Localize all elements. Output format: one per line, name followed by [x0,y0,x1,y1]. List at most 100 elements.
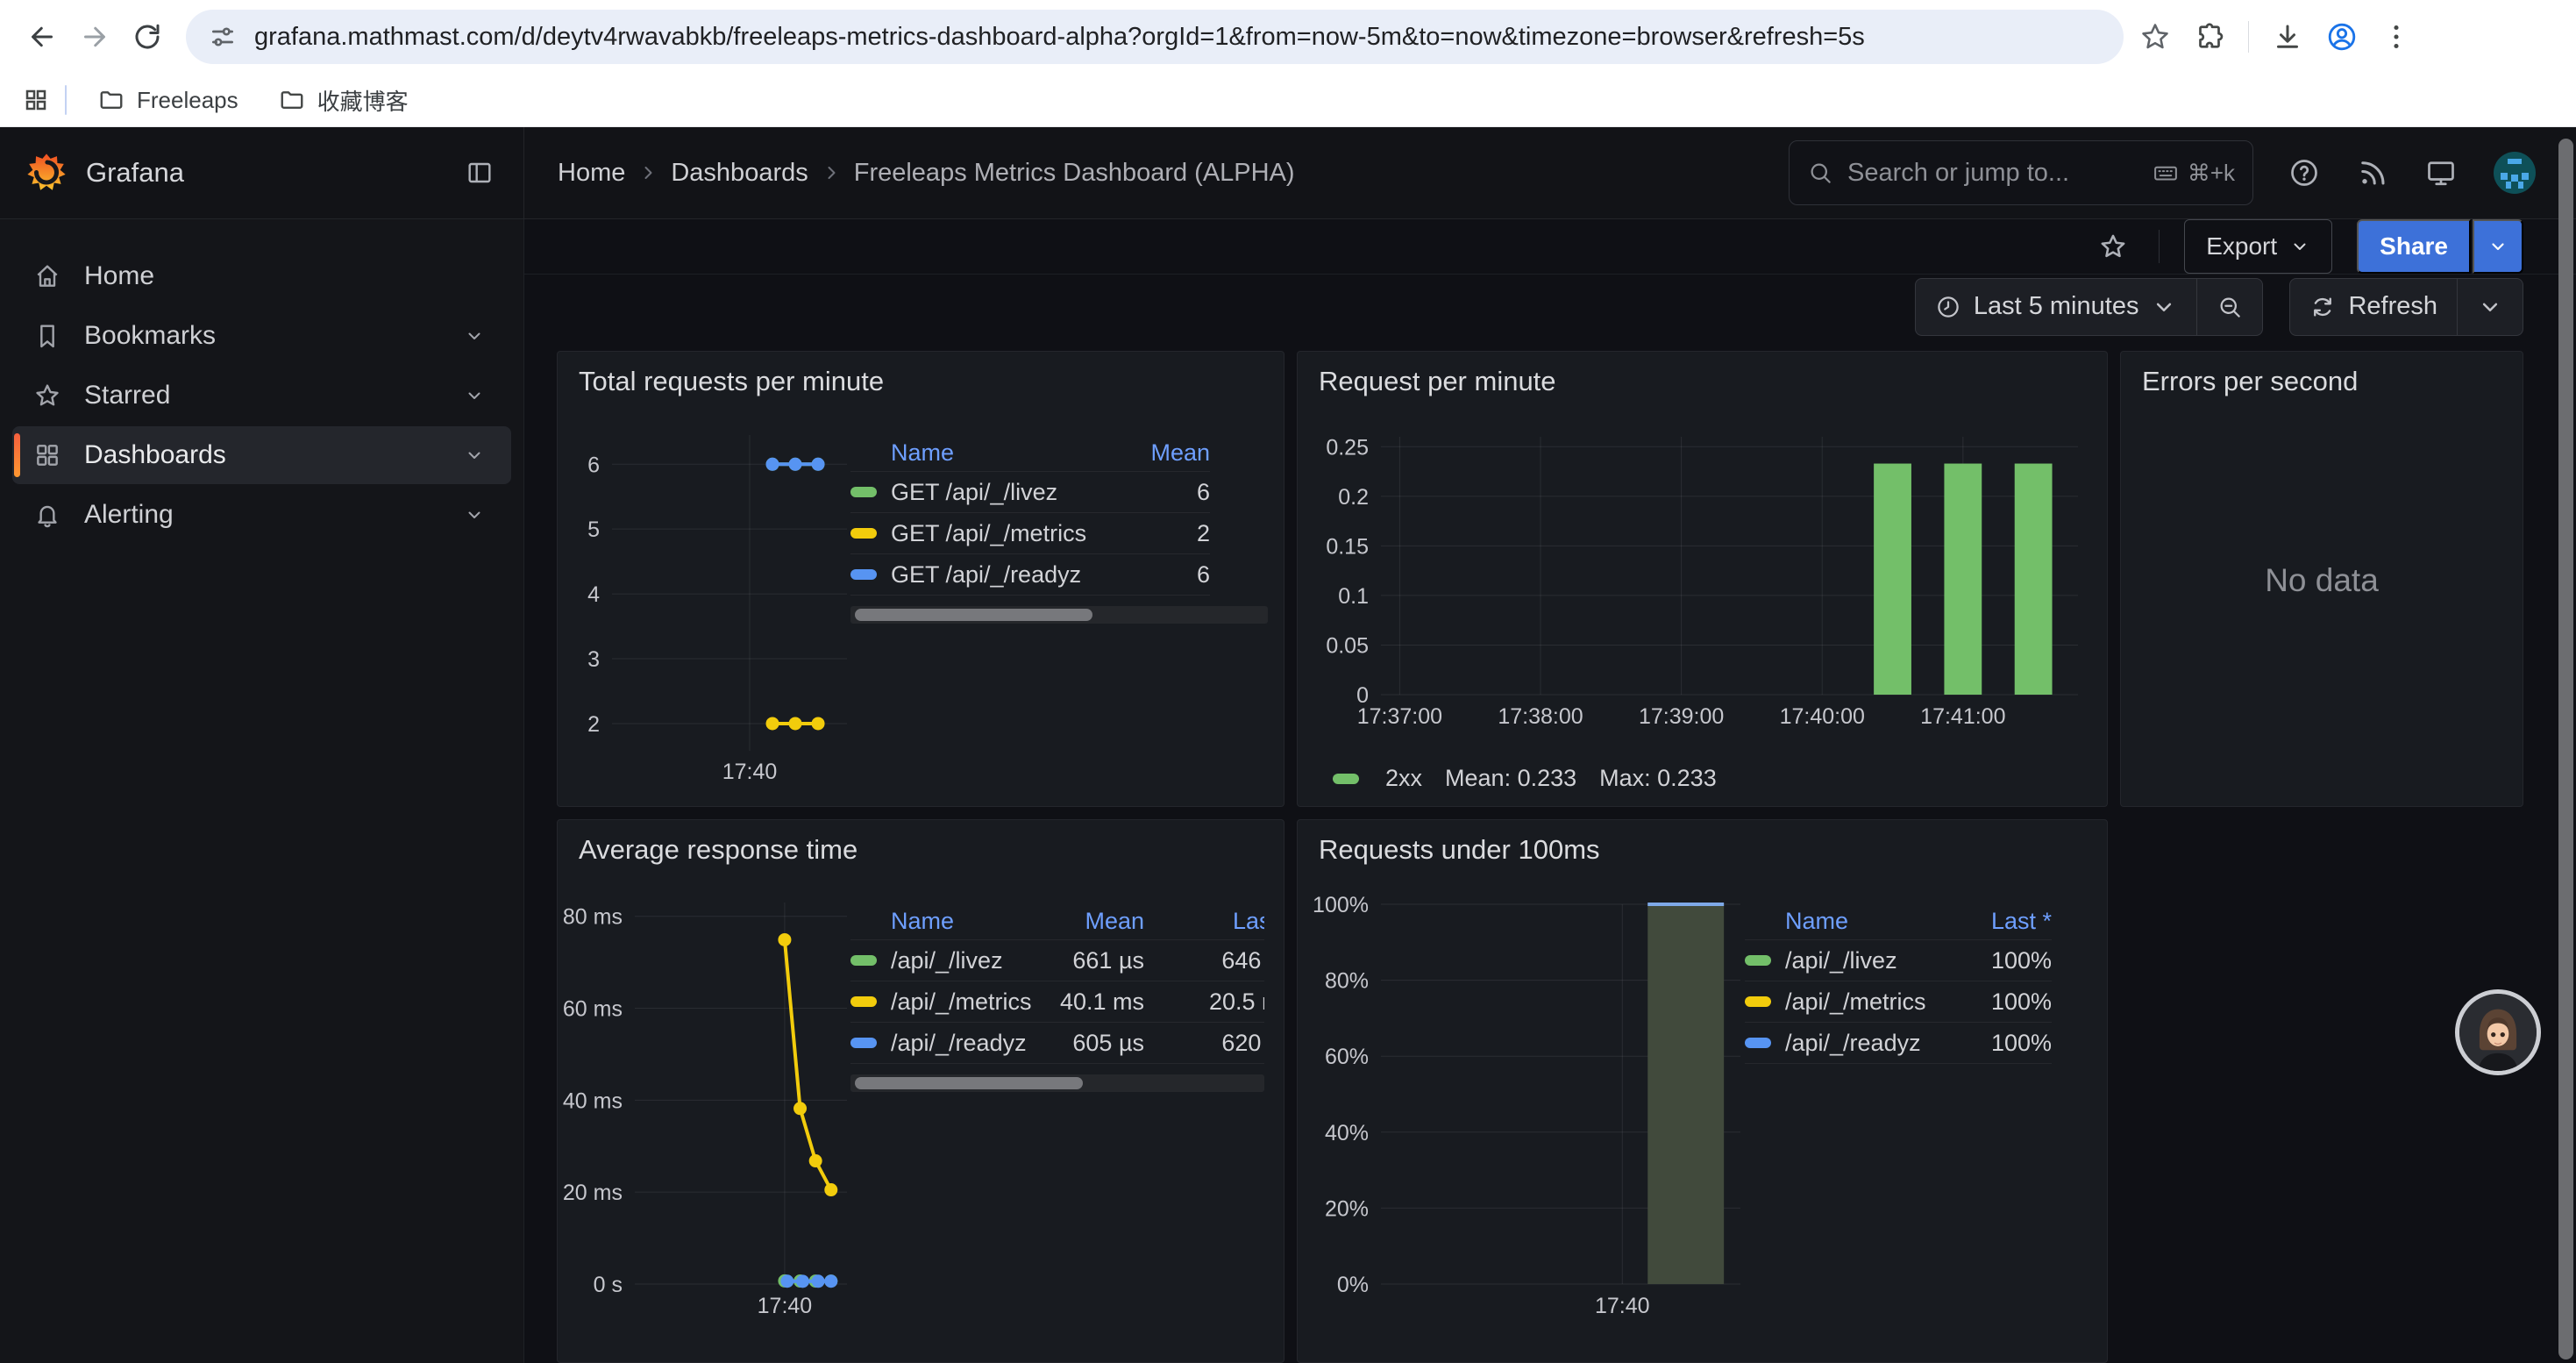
chart-errors-per-second[interactable]: No data [2121,400,2523,806]
data-point[interactable] [824,1183,837,1196]
sidebar-item-alerting[interactable]: Alerting [12,486,511,544]
forward-button[interactable] [72,14,117,60]
legend-col-header[interactable]: Mean [1122,439,1210,467]
profile-icon[interactable] [2326,21,2358,53]
user-avatar[interactable] [2494,152,2536,194]
data-point[interactable] [812,1274,825,1288]
apps-grid-icon[interactable] [23,87,49,113]
reload-button[interactable] [125,14,170,60]
time-range-picker[interactable]: Last 5 minutes [1916,279,2197,335]
sidebar-item-dashboards[interactable]: Dashboards [12,426,511,484]
chevron-down-icon[interactable] [453,315,495,357]
data-point[interactable] [766,458,779,471]
dock-menu-button[interactable] [459,152,501,194]
data-point[interactable] [793,1102,807,1115]
site-settings-icon[interactable] [209,23,237,51]
legend-col-name[interactable]: Name [891,439,1122,467]
legend-col-header[interactable]: Mean [1039,908,1144,935]
chevron-down-icon[interactable] [453,375,495,417]
zoom-out-icon [2217,294,2243,320]
legend-row[interactable]: /api/_/metrics100% [1745,981,2052,1023]
legend-row[interactable]: /api/_/readyz100% [1745,1023,2052,1064]
legend-scrollbar-thumb[interactable] [855,609,1092,621]
legend-row[interactable]: /api/_/livez100% [1745,940,2052,981]
legend-col-name[interactable]: Name [1785,908,1946,935]
panel-title[interactable]: Request per minute [1298,352,2107,397]
chevron-down-icon[interactable] [453,494,495,536]
chevron-down-icon[interactable] [453,434,495,476]
data-point[interactable] [824,1274,837,1288]
news-button[interactable] [2357,157,2388,189]
chart-requests-under-100ms[interactable]: 0%20%40%60%80%100%17:40NameLast */api/_/… [1298,868,2107,1362]
panel-title[interactable]: Requests under 100ms [1298,820,2107,866]
legend-row[interactable]: /api/_/readyz605 µs620 µs [850,1023,1264,1064]
legend-row[interactable]: GET /api/_/metrics2 [850,513,1210,554]
extensions-icon[interactable] [2194,21,2225,53]
share-button[interactable]: Share [2357,219,2471,274]
search-input[interactable]: Search or jump to... ⌘+k [1789,140,2253,205]
address-bar[interactable]: grafana.mathmast.com/d/deytv4rwavabkb/fr… [186,10,2124,64]
legend-table: NameMeanLast * /api/_/livez661 µs646 µs/a… [850,903,1264,1092]
legend-row[interactable]: /api/_/metrics40.1 ms20.5 ms [850,981,1264,1023]
panel-title[interactable]: Errors per second [2121,352,2523,397]
area-fill[interactable] [1647,904,1724,1284]
legend-scrollbar[interactable] [850,1074,1264,1092]
bookmark-star-icon[interactable] [2139,21,2171,53]
export-button[interactable]: Export [2184,219,2332,274]
y-axis-tick-label: 0% [1337,1273,1369,1297]
sidebar-item-home[interactable]: Home [12,247,511,305]
data-point[interactable] [812,458,825,471]
breadcrumb-home[interactable]: Home [558,159,625,188]
legend-col-name[interactable]: Name [891,908,1039,935]
legend-row[interactable]: GET /api/_/livez6 [850,472,1210,513]
legend-row[interactable]: /api/_/livez661 µs646 µs [850,940,1264,981]
legend-col-header[interactable]: Last * [1946,908,2052,935]
x-axis-tick-label: 17:40 [758,1294,813,1318]
assistant-avatar-widget[interactable] [2455,989,2541,1075]
browser-menu-icon[interactable] [2380,21,2412,53]
bookmark-folder-freeleaps[interactable]: Freeleaps [84,80,253,121]
data-point[interactable] [780,1274,793,1288]
zoom-out-button[interactable] [2197,279,2262,335]
legend-2xx[interactable]: 2xx Mean: 0.233 Max: 0.233 [1333,765,1717,792]
legend-col-header[interactable]: Last * [1144,908,1264,935]
refresh-button[interactable]: Refresh [2290,279,2457,335]
bookmark-folder-blogs[interactable]: 收藏博客 [265,77,423,124]
bar[interactable] [1874,464,1911,695]
sidebar-item-bookmarks[interactable]: Bookmarks [12,307,511,365]
reload-icon [132,21,163,53]
data-point[interactable] [789,717,802,730]
legend-value: 20.5 ms [1144,988,1264,1016]
panel-title[interactable]: Total requests per minute [558,352,1284,397]
page-scrollbar-thumb[interactable] [2558,139,2573,1359]
series-line[interactable] [785,939,831,1189]
data-point[interactable] [778,933,791,946]
data-point[interactable] [766,717,779,730]
grafana-logo[interactable] [26,153,67,193]
bar[interactable] [2015,464,2053,695]
favorite-dashboard-button[interactable] [2092,225,2134,268]
back-button[interactable] [19,14,65,60]
bar[interactable] [1944,464,1982,695]
legend-row[interactable]: GET /api/_/readyz6 [850,554,1210,596]
grafana-body: Home Bookmarks Starred Dashboards Alerti… [0,219,2576,1363]
data-point[interactable] [812,717,825,730]
chart-total-requests[interactable]: 6543217:40NameMeanGET /api/_/livez6GET /… [558,400,1284,806]
chart-canvas[interactable]: 00.050.10.150.20.2517:37:0017:38:0017:39… [1298,400,2107,806]
data-point[interactable] [796,1274,809,1288]
legend-scrollbar[interactable] [850,606,1268,624]
downloads-icon[interactable] [2272,21,2303,53]
kiosk-mode-button[interactable] [2425,157,2457,189]
series-color-pill [1333,774,1359,784]
chart-request-per-minute[interactable]: 00.050.10.150.20.2517:37:0017:38:0017:39… [1298,400,2107,806]
panel-title[interactable]: Average response time [558,820,1284,866]
refresh-interval-button[interactable] [2458,279,2523,335]
sidebar-item-starred[interactable]: Starred [12,367,511,425]
share-menu-button[interactable] [2473,219,2523,274]
chart-average-response-time[interactable]: 80 ms60 ms40 ms20 ms0 s17:40NameMeanLast… [558,868,1284,1362]
help-button[interactable] [2288,157,2320,189]
breadcrumb-dashboards[interactable]: Dashboards [671,159,808,188]
legend-scrollbar-thumb[interactable] [855,1077,1083,1089]
data-point[interactable] [789,458,802,471]
data-point[interactable] [809,1154,822,1167]
